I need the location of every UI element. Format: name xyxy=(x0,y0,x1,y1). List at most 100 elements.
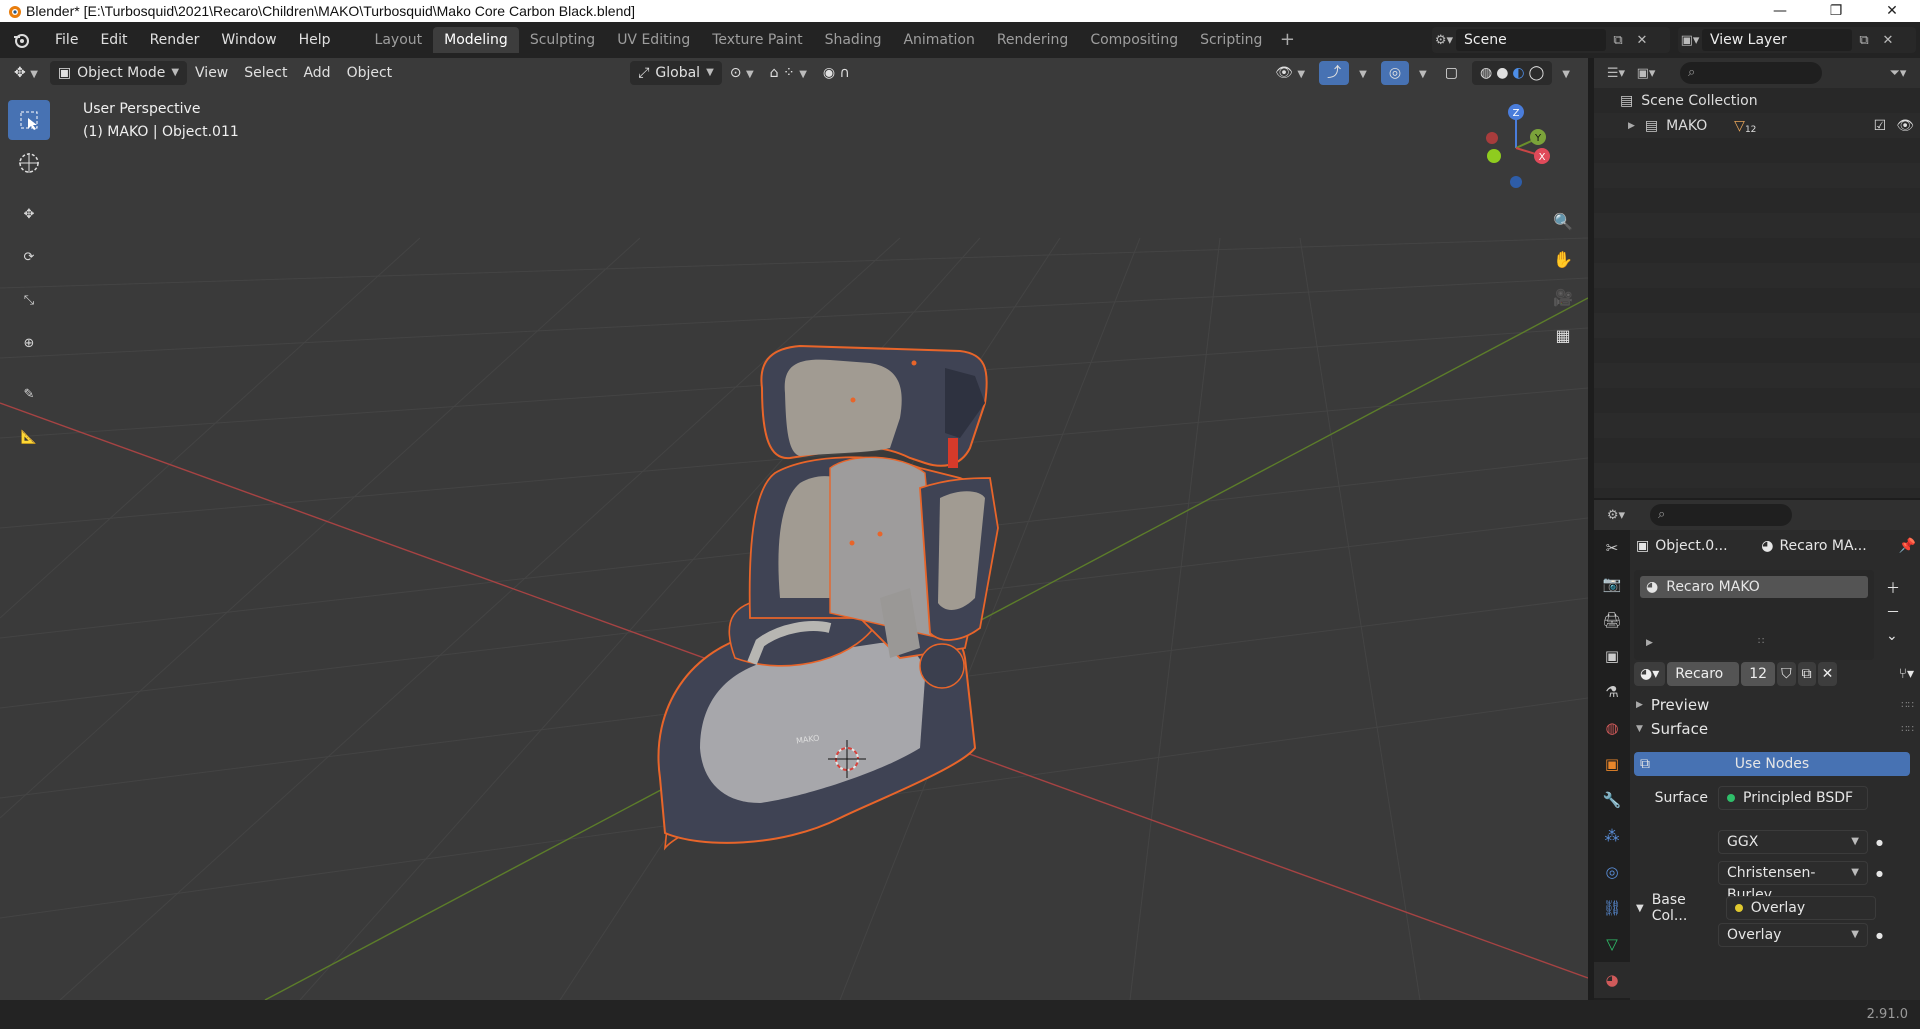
close-button[interactable]: ✕ xyxy=(1864,0,1920,22)
tab-shading[interactable]: Shading xyxy=(814,27,893,53)
overlay-toggle-icon[interactable]: ◎ xyxy=(1380,61,1410,85)
expand-arrow-icon[interactable]: ▶ xyxy=(1628,121,1635,131)
output-tab-icon[interactable]: 🖨 xyxy=(1594,602,1630,638)
gizmo-toggle-icon[interactable]: ⤴ xyxy=(1319,61,1350,85)
proportional-edit-icon[interactable]: ◉ ∩ xyxy=(815,61,858,85)
visibility-eye-icon[interactable]: 👁 xyxy=(1896,118,1914,134)
pivot-icon[interactable]: ⊙ ▼ xyxy=(722,61,762,85)
scene-name-field[interactable]: Scene xyxy=(1456,29,1606,51)
filter-icon[interactable]: ⏷▾ xyxy=(1886,62,1910,84)
rotate-tool-icon[interactable]: ⟳ xyxy=(8,237,50,277)
view-layer-tab-icon[interactable]: ▣ xyxy=(1594,638,1630,674)
maximize-button[interactable]: ❐ xyxy=(1808,0,1864,22)
menu-window[interactable]: Window xyxy=(210,27,287,53)
rendered-shading-icon[interactable]: ◯ xyxy=(1529,61,1545,85)
material-users-count[interactable]: 12 xyxy=(1741,662,1776,686)
tool-tab-icon[interactable]: ✂ xyxy=(1594,530,1630,566)
add-workspace-button[interactable]: + xyxy=(1277,29,1297,51)
select-box-tool-icon[interactable] xyxy=(8,100,50,140)
xray-icon[interactable]: ▢ xyxy=(1437,61,1466,85)
snap-icon[interactable]: ⌂ ⁘ ▼ xyxy=(762,61,815,85)
ortho-grid-icon[interactable]: ▦ xyxy=(1548,320,1578,350)
surface-shader-dropdown[interactable]: Principled BSDF xyxy=(1718,786,1868,810)
material-tab-icon[interactable]: ◕ xyxy=(1594,962,1630,998)
gizmo-dropdown-icon[interactable]: ▼ xyxy=(1351,61,1375,85)
display-mode-icon[interactable]: ▣▾ xyxy=(1634,62,1658,84)
world-tab-icon[interactable]: ◍ xyxy=(1594,710,1630,746)
view-layer-icon[interactable]: ▣▾ xyxy=(1678,29,1702,51)
node-tree-icon[interactable]: ⑂▾ xyxy=(1899,666,1914,682)
remove-slot-button[interactable]: － xyxy=(1886,602,1900,622)
tab-rendering[interactable]: Rendering xyxy=(986,27,1080,53)
move-tool-icon[interactable]: ✥ xyxy=(8,194,50,234)
solid-shading-icon[interactable]: ● xyxy=(1496,61,1508,85)
editor-type-icon[interactable]: ✥ ▼ xyxy=(6,61,46,85)
expanded-arrow-icon[interactable]: ▼ xyxy=(1636,903,1644,914)
drag-handle-icon[interactable]: ∷∷ xyxy=(1901,724,1914,735)
scene-tab-icon[interactable]: ⚗ xyxy=(1594,674,1630,710)
fake-user-icon[interactable]: ⛉ xyxy=(1777,662,1796,686)
render-tab-icon[interactable]: 📷 xyxy=(1594,566,1630,602)
data-tab-icon[interactable]: ▽ xyxy=(1594,926,1630,962)
menu-file[interactable]: File xyxy=(44,27,89,53)
constraints-tab-icon[interactable]: ⛓ xyxy=(1594,890,1630,926)
properties-search-input[interactable]: ⌕ xyxy=(1650,504,1792,526)
distribution-dropdown[interactable]: GGX ▼ xyxy=(1718,830,1868,854)
menu-help[interactable]: Help xyxy=(288,27,342,53)
object-menu[interactable]: Object xyxy=(339,61,401,85)
base-color-input[interactable]: Overlay xyxy=(1725,896,1876,920)
particles-tab-icon[interactable]: ⁂ xyxy=(1594,818,1630,854)
blender-logo-icon[interactable] xyxy=(10,29,32,51)
transform-orientation-dropdown[interactable]: ⤢ Global ▼ xyxy=(630,61,722,85)
subsurface-method-dropdown[interactable]: Christensen-Burley ▼ xyxy=(1718,861,1868,903)
preview-panel-header[interactable]: ▶ Preview xyxy=(1636,696,1916,714)
camera-view-icon[interactable]: 🎥 xyxy=(1548,282,1578,312)
new-scene-icon[interactable]: ⧉ xyxy=(1606,29,1630,51)
tab-sculpting[interactable]: Sculpting xyxy=(519,27,606,53)
view-layer-name-field[interactable]: View Layer xyxy=(1702,29,1852,51)
navigation-gizmo[interactable]: Z Y X xyxy=(1466,98,1566,188)
overlay-dropdown-icon[interactable]: ▼ xyxy=(1411,61,1435,85)
delete-scene-icon[interactable]: ✕ xyxy=(1630,29,1654,51)
select-menu[interactable]: Select xyxy=(236,61,295,85)
visibility-icon[interactable]: 👁 ▼ xyxy=(1267,61,1313,85)
menu-render[interactable]: Render xyxy=(139,27,211,53)
slot-specials-icon[interactable]: ⌄ xyxy=(1886,628,1898,644)
material-name-field[interactable]: Recaro ... xyxy=(1667,662,1740,686)
object-tab-icon[interactable]: ▣ xyxy=(1594,746,1630,782)
add-menu[interactable]: Add xyxy=(295,61,338,85)
annotate-tool-icon[interactable]: ✎ xyxy=(8,374,50,414)
surface-panel-header[interactable]: ▼ Surface xyxy=(1636,720,1916,738)
tab-modeling[interactable]: Modeling xyxy=(433,27,519,53)
material-slot-item[interactable]: ◕ Recaro MAKO xyxy=(1640,576,1868,598)
new-view-layer-icon[interactable]: ⧉ xyxy=(1852,29,1876,51)
pan-hand-icon[interactable]: ✋ xyxy=(1548,244,1578,274)
exclude-checkbox-icon[interactable]: ☑ xyxy=(1874,118,1887,134)
wireframe-shading-icon[interactable]: ◍ xyxy=(1480,61,1492,85)
scale-tool-icon[interactable]: ⤡ xyxy=(8,280,50,320)
shading-dropdown-icon[interactable]: ▼ xyxy=(1554,61,1578,85)
menu-edit[interactable]: Edit xyxy=(89,27,138,53)
measure-tool-icon[interactable]: 📐 xyxy=(8,417,50,457)
use-nodes-button[interactable]: ⧉ Use Nodes xyxy=(1634,752,1910,776)
cursor-tool-icon[interactable] xyxy=(8,143,50,183)
tab-texture-paint[interactable]: Texture Paint xyxy=(701,27,813,53)
scene-collection-row[interactable]: ▤ Scene Collection xyxy=(1594,88,1920,113)
3d-viewport[interactable]: MAKO ✥ ▼ ▣ Object Mode ▼ View Select Add… xyxy=(0,58,1588,1000)
modifier-tab-icon[interactable]: 🔧 xyxy=(1594,782,1630,818)
drag-handle-icon[interactable]: ∷∷ xyxy=(1901,700,1914,711)
resize-handle-icon[interactable]: ∷ xyxy=(1758,636,1764,647)
tab-scripting[interactable]: Scripting xyxy=(1189,27,1273,53)
tab-uv-editing[interactable]: UV Editing xyxy=(606,27,701,53)
outliner-editor-icon[interactable]: ☰▾ xyxy=(1604,62,1628,84)
material-shading-icon[interactable]: ◐ xyxy=(1512,61,1524,85)
pin-icon[interactable]: 📌 xyxy=(1899,538,1916,554)
properties-editor-icon[interactable]: ⚙▾ xyxy=(1604,504,1628,526)
expand-arrow-icon[interactable]: ▶ xyxy=(1646,638,1653,648)
transform-tool-icon[interactable]: ⊕ xyxy=(8,323,50,363)
delete-view-layer-icon[interactable]: ✕ xyxy=(1876,29,1900,51)
view-menu[interactable]: View xyxy=(187,61,236,85)
browse-material-icon[interactable]: ◕▾ xyxy=(1634,662,1666,686)
minimize-button[interactable]: — xyxy=(1752,0,1808,22)
blend-mode-dropdown[interactable]: Overlay ▼ xyxy=(1718,923,1868,947)
